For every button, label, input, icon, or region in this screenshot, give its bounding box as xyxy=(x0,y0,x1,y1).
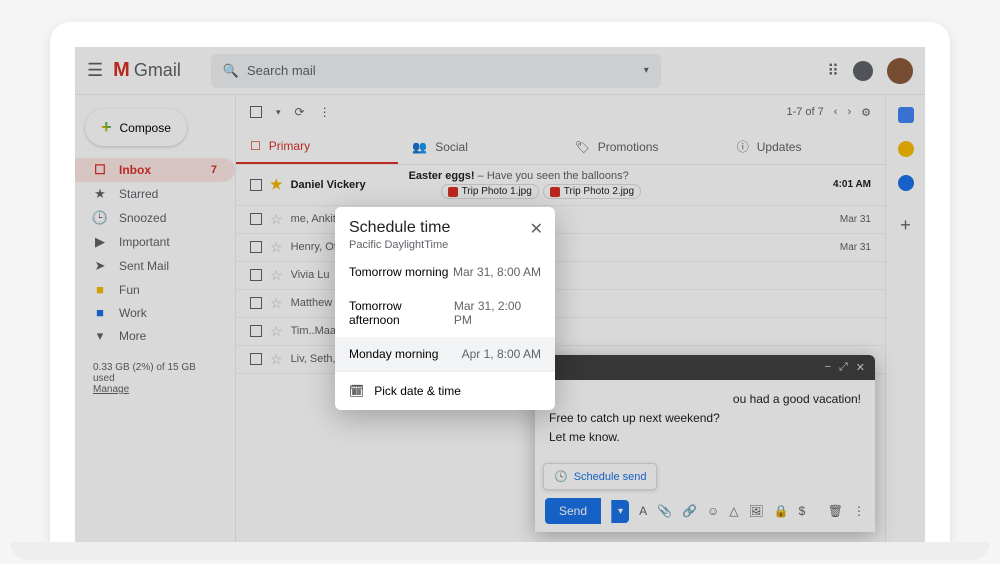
schedule-option[interactable]: Tomorrow afternoonMar 31, 2:00 PM xyxy=(335,289,555,337)
modal-title: Schedule time xyxy=(349,219,541,237)
schedule-time-modal: ✕ Schedule time Pacific DaylightTime Tom… xyxy=(335,207,555,410)
pick-date-time[interactable]: 🗓 Pick date & time xyxy=(335,371,555,410)
schedule-option-label: Tomorrow afternoon xyxy=(349,299,454,327)
schedule-option[interactable]: Tomorrow morning Mar 31, 8:00 AM xyxy=(335,255,555,289)
modal-timezone: Pacific DaylightTime xyxy=(349,239,541,251)
schedule-option-label: Tomorrow morning xyxy=(349,265,448,279)
schedule-option[interactable]: Monday morning Apr 1, 8:00 AM xyxy=(335,337,555,371)
schedule-option-time: Mar 31, 2:00 PM xyxy=(454,299,541,327)
calendar-picker-icon: 🗓 xyxy=(349,384,364,398)
schedule-option-time: Mar 31, 8:00 AM xyxy=(453,265,541,279)
pick-date-label: Pick date & time xyxy=(374,384,461,398)
close-modal-icon[interactable]: ✕ xyxy=(530,219,543,239)
schedule-option-time: Apr 1, 8:00 AM xyxy=(462,347,541,361)
schedule-option-label: Monday morning xyxy=(349,347,438,361)
